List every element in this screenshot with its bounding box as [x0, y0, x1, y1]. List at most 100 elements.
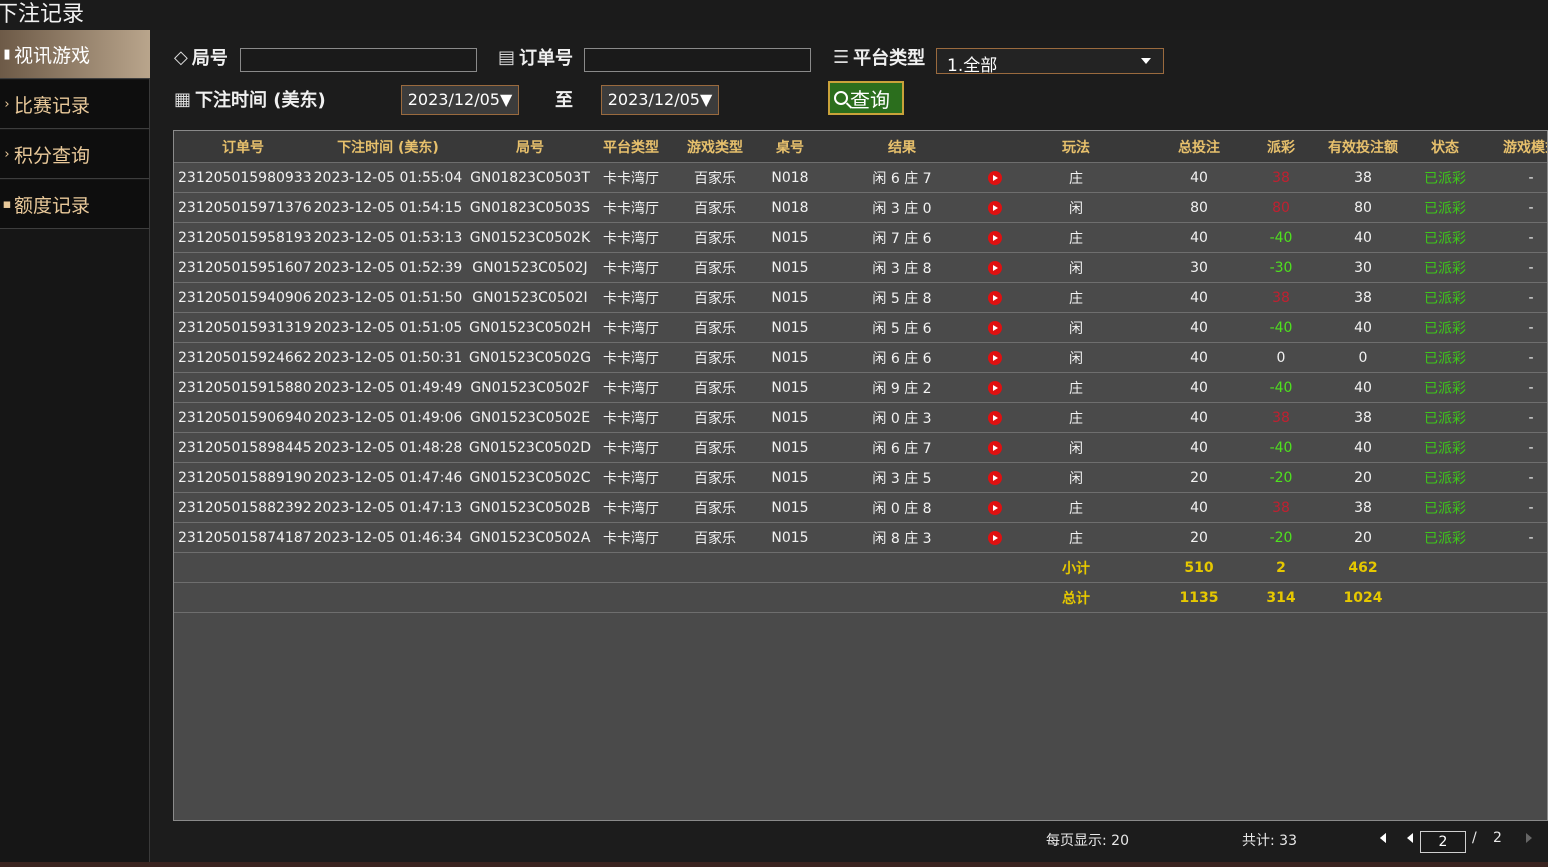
- platform-cell: 卡卡湾厅: [596, 162, 666, 193]
- status-cell: 已派彩: [1412, 342, 1478, 373]
- replay-cell: [988, 402, 1002, 433]
- bottom-decoration: [0, 862, 1548, 867]
- page-number-input[interactable]: 2: [1420, 831, 1466, 853]
- game-mode-cell: -: [1478, 402, 1547, 433]
- sidebar-item-match-records[interactable]: › 比赛记录: [0, 80, 149, 129]
- table-row[interactable]: 231205015889190 2023-12-05 01:47:46 GN0152…: [174, 462, 1547, 493]
- page-separator: /: [1472, 830, 1477, 846]
- result-cell: 闲 3 庄 5: [816, 462, 988, 493]
- play-video-icon[interactable]: [988, 200, 1002, 215]
- play-video-icon[interactable]: [988, 440, 1002, 455]
- table-row[interactable]: 231205015971376 2023-12-05 01:54:15 GN0182…: [174, 192, 1547, 223]
- replay-cell: [988, 492, 1002, 523]
- play-video-icon[interactable]: [988, 170, 1002, 185]
- table-row[interactable]: 231205015951607 2023-12-05 01:52:39 GN0152…: [174, 252, 1547, 283]
- total-bet-cell: 80: [1150, 192, 1248, 223]
- result-cell: 闲 7 庄 6: [816, 222, 988, 253]
- date-from-picker[interactable]: 2023/12/05▼: [401, 85, 519, 115]
- first-page-icon[interactable]: [1380, 833, 1386, 843]
- play-type-cell: 闲: [1002, 252, 1150, 283]
- next-page-icon[interactable]: [1526, 833, 1532, 843]
- payout-cell: 38: [1248, 402, 1314, 433]
- summary-spacer: [174, 552, 1002, 583]
- sidebar-item-live-games[interactable]: ▮ 视讯游戏: [0, 30, 158, 79]
- game-type-cell: 百家乐: [666, 372, 764, 403]
- play-video-icon[interactable]: [988, 410, 1002, 425]
- platform-filter-label: ☰ 平台类型: [833, 46, 926, 70]
- play-video-icon[interactable]: [988, 230, 1002, 245]
- play-video-icon[interactable]: [988, 290, 1002, 305]
- sidebar-item-label: 积分查询: [14, 144, 91, 167]
- time-filter-label: ▦ 下注时间 (美东): [174, 88, 326, 112]
- play-video-icon[interactable]: [988, 320, 1002, 335]
- column-header: 游戏类型: [666, 131, 764, 163]
- table-number-cell: N015: [764, 492, 816, 523]
- valid-bet-cell: 80: [1314, 192, 1412, 223]
- play-video-icon[interactable]: [988, 260, 1002, 275]
- status-cell: 已派彩: [1412, 282, 1478, 313]
- table-row[interactable]: 231205015882392 2023-12-05 01:47:13 GN0152…: [174, 492, 1547, 523]
- summary-label: 小计: [1002, 552, 1150, 583]
- valid-bet-cell: 40: [1314, 312, 1412, 343]
- query-button[interactable]: 查询: [828, 81, 904, 115]
- game-mode-cell: -: [1478, 192, 1547, 223]
- replay-cell: [988, 192, 1002, 223]
- platform-cell: 卡卡湾厅: [596, 492, 666, 523]
- status-cell: 已派彩: [1412, 222, 1478, 253]
- valid-bet-cell: 0: [1314, 342, 1412, 373]
- order-number-cell: 231205015898445: [174, 432, 312, 463]
- game-type-cell: 百家乐: [666, 342, 764, 373]
- table-row[interactable]: 231205015958193 2023-12-05 01:53:13 GN0152…: [174, 222, 1547, 253]
- table-row[interactable]: 231205015924662 2023-12-05 01:50:31 GN0152…: [174, 342, 1547, 373]
- table-row[interactable]: 231205015898445 2023-12-05 01:48:28 GN0152…: [174, 432, 1547, 463]
- platform-cell: 卡卡湾厅: [596, 432, 666, 463]
- main-panel: ◇ 局号 ▤ 订单号 ☰ 平台类型 1.全部 ▦ 下注时间 (美东) 2023/…: [150, 30, 1548, 867]
- date-range-separator: 至: [555, 90, 573, 111]
- column-header: 有效投注额: [1314, 131, 1412, 163]
- status-cell: 已派彩: [1412, 492, 1478, 523]
- bet-time-cell: 2023-12-05 01:49:49: [312, 372, 464, 403]
- table-row[interactable]: 231205015906940 2023-12-05 01:49:06 GN0152…: [174, 402, 1547, 433]
- payout-cell: -20: [1248, 462, 1314, 493]
- table-row[interactable]: 231205015931319 2023-12-05 01:51:05 GN0152…: [174, 312, 1547, 343]
- play-video-icon[interactable]: [988, 500, 1002, 515]
- play-video-icon[interactable]: [988, 380, 1002, 395]
- total-bet-cell: 20: [1150, 522, 1248, 553]
- total-bet-cell: 40: [1150, 402, 1248, 433]
- sidebar-item-credit-records[interactable]: ▪ 额度记录: [0, 180, 149, 229]
- play-video-icon[interactable]: [988, 470, 1002, 485]
- date-to-picker[interactable]: 2023/12/05▼: [601, 85, 719, 115]
- play-type-cell: 庄: [1002, 522, 1150, 553]
- total-bet-cell: 40: [1150, 492, 1248, 523]
- summary-total-bet: 510: [1150, 552, 1248, 583]
- round-number-cell: GN01523C0502D: [464, 432, 596, 463]
- play-type-cell: 庄: [1002, 492, 1150, 523]
- bet-time-cell: 2023-12-05 01:52:39: [312, 252, 464, 283]
- round-number-cell: GN01523C0502F: [464, 372, 596, 403]
- table-number-cell: N015: [764, 282, 816, 313]
- round-input[interactable]: [240, 48, 477, 72]
- valid-bet-cell: 38: [1314, 162, 1412, 193]
- platform-cell: 卡卡湾厅: [596, 312, 666, 343]
- result-cell: 闲 0 庄 3: [816, 402, 988, 433]
- table-row[interactable]: 231205015874187 2023-12-05 01:46:34 GN0152…: [174, 522, 1547, 553]
- chevron-right-icon: ›: [4, 96, 10, 112]
- replay-cell: [988, 342, 1002, 373]
- table-row[interactable]: 231205015915880 2023-12-05 01:49:49 GN0152…: [174, 372, 1547, 403]
- platform-cell: 卡卡湾厅: [596, 372, 666, 403]
- table-number-cell: N015: [764, 342, 816, 373]
- column-header: 下注时间 (美东): [312, 131, 464, 163]
- play-video-icon[interactable]: [988, 530, 1002, 545]
- table-number-cell: N015: [764, 432, 816, 463]
- column-header: 订单号: [174, 131, 312, 163]
- order-input[interactable]: [584, 48, 811, 72]
- previous-page-icon[interactable]: [1407, 833, 1413, 843]
- sidebar-item-points-query[interactable]: › 积分查询: [0, 130, 149, 179]
- table-row[interactable]: 231205015940906 2023-12-05 01:51:50 GN0152…: [174, 282, 1547, 313]
- platform-select[interactable]: 1.全部: [936, 48, 1164, 76]
- column-header: 桌号: [764, 131, 816, 163]
- table-number-cell: N015: [764, 462, 816, 493]
- table-row[interactable]: 231205015980933 2023-12-05 01:55:04 GN0182…: [174, 162, 1547, 193]
- play-video-icon[interactable]: [988, 350, 1002, 365]
- summary-total-bet: 1135: [1150, 582, 1248, 613]
